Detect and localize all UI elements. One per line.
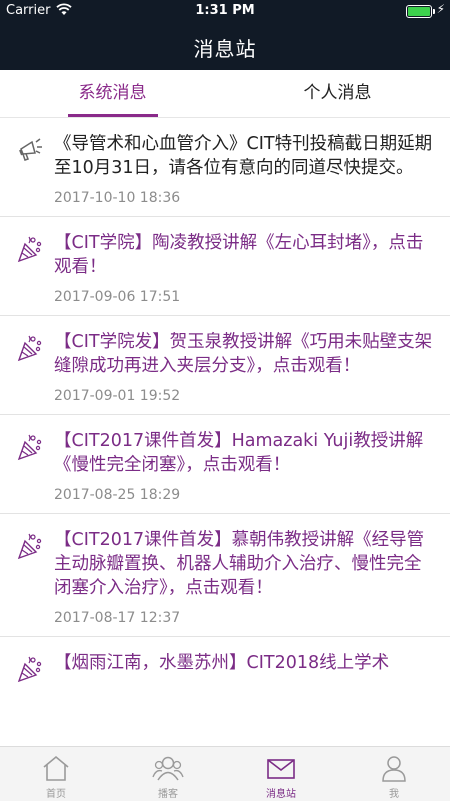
top-bar: Carrier 1:31 PM ⚡ 消息站 xyxy=(0,0,450,70)
bottom-tab-bar: 首页 播客 消息站 我 xyxy=(0,746,450,801)
message-list[interactable]: 《导管术和心血管介入》CIT特刊投稿截日期延期至10月31日，请各位有意向的同道… xyxy=(0,118,450,746)
tab-system-messages[interactable]: 系统消息 xyxy=(0,70,225,117)
charging-icon: ⚡ xyxy=(436,2,445,16)
message-item[interactable]: 【烟雨江南，水墨苏州】CIT2018线上学术 xyxy=(0,637,450,685)
status-time: 1:31 PM xyxy=(195,3,255,18)
tabbar-home[interactable]: 首页 xyxy=(0,747,112,801)
message-text: 《导管术和心血管介入》CIT特刊投稿截日期延期至10月31日，请各位有意向的同道… xyxy=(54,134,433,178)
message-date: 2017-09-01 19:52 xyxy=(54,388,181,404)
message-date: 2017-09-06 17:51 xyxy=(54,289,181,305)
party-icon xyxy=(17,656,42,683)
message-text: 【烟雨江南，水墨苏州】CIT2018线上学术 xyxy=(54,653,390,673)
tabbar-podcast[interactable]: 播客 xyxy=(112,747,224,801)
tabbar-messages-label: 消息站 xyxy=(266,789,296,800)
message-item[interactable]: 《导管术和心血管介入》CIT特刊投稿截日期延期至10月31日，请各位有意向的同道… xyxy=(0,118,450,217)
message-tabs: 系统消息 个人消息 xyxy=(0,70,450,118)
party-icon xyxy=(17,236,42,263)
people-icon xyxy=(152,756,184,781)
party-icon xyxy=(17,335,42,362)
active-tab-indicator xyxy=(68,114,158,117)
message-text: 【CIT2017课件首发】Hamazaki Yuji教授讲解《慢性完全闭塞》，点… xyxy=(54,431,424,475)
message-date: 2017-08-25 18:29 xyxy=(54,487,181,503)
tabbar-podcast-label: 播客 xyxy=(158,789,178,800)
message-date: 2017-08-17 12:37 xyxy=(54,610,181,626)
megaphone-icon xyxy=(19,138,42,161)
tab-personal-messages[interactable]: 个人消息 xyxy=(225,70,450,117)
message-text: 【CIT学院】陶凌教授讲解《左心耳封堵》，点击观看！ xyxy=(54,233,424,277)
home-icon xyxy=(43,755,69,781)
message-item[interactable]: 【CIT学院】陶凌教授讲解《左心耳封堵》，点击观看！ 2017-09-06 17… xyxy=(0,217,450,316)
mail-icon xyxy=(267,759,295,779)
battery-icon xyxy=(406,5,435,18)
party-icon xyxy=(17,533,42,560)
message-date: 2017-10-10 18:36 xyxy=(54,190,181,206)
tabbar-messages[interactable]: 消息站 xyxy=(225,747,337,801)
message-item[interactable]: 【CIT2017课件首发】慕朝伟教授讲解《经导管主动脉瓣置换、机器人辅助介入治疗… xyxy=(0,514,450,637)
message-item[interactable]: 【CIT2017课件首发】Hamazaki Yuji教授讲解《慢性完全闭塞》，点… xyxy=(0,415,450,514)
party-icon xyxy=(17,434,42,461)
message-text: 【CIT2017课件首发】慕朝伟教授讲解《经导管主动脉瓣置换、机器人辅助介入治疗… xyxy=(54,530,425,598)
person-icon xyxy=(382,756,406,782)
tabbar-me-label: 我 xyxy=(389,789,399,800)
tabbar-me[interactable]: 我 xyxy=(338,747,450,801)
page-title: 消息站 xyxy=(193,37,257,61)
message-item[interactable]: 【CIT学院发】贺玉泉教授讲解《巧用未贴壁支架缝隙成功再进入夹层分支》，点击观看… xyxy=(0,316,450,415)
message-text: 【CIT学院发】贺玉泉教授讲解《巧用未贴壁支架缝隙成功再进入夹层分支》，点击观看… xyxy=(54,332,433,376)
tabbar-home-label: 首页 xyxy=(46,789,66,800)
status-bar: Carrier 1:31 PM ⚡ xyxy=(0,0,450,22)
